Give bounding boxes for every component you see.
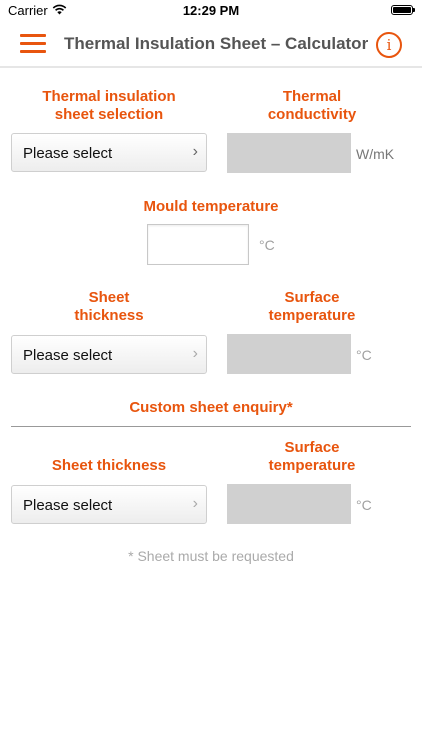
- sheet-selection-label: Thermal insulation sheet selection: [42, 88, 176, 123]
- custom-surface-temperature-output: [227, 484, 351, 524]
- conductivity-unit: W/mK: [356, 146, 395, 162]
- custom-surface-temperature-label: Surface temperature: [268, 439, 356, 474]
- sheet-thickness-label: Sheet thickness: [74, 289, 144, 324]
- custom-sheet-thickness-select[interactable]: Please select ›: [11, 485, 207, 524]
- sheet-selection-value: Please select: [23, 145, 113, 162]
- custom-sheet-thickness-label: Sheet thickness: [51, 457, 167, 474]
- chevron-right-icon: ›: [192, 345, 198, 362]
- mould-temperature-input[interactable]: [147, 224, 249, 265]
- sheet-selection-select[interactable]: Please select ›: [11, 133, 207, 172]
- thermal-conductivity-label: Thermal conductivity: [267, 88, 357, 123]
- thermal-conductivity-output: [227, 133, 351, 173]
- surface-temperature-unit: °C: [356, 347, 372, 363]
- section-divider: [11, 426, 411, 427]
- chevron-right-icon: ›: [192, 495, 198, 512]
- mould-temperature-unit: °C: [259, 237, 275, 253]
- info-icon[interactable]: i: [376, 32, 402, 58]
- footnote: * Sheet must be requested: [128, 548, 294, 564]
- custom-sheet-thickness-value: Please select: [23, 497, 113, 514]
- custom-surface-temperature-unit: °C: [356, 497, 372, 513]
- hamburger-menu-icon[interactable]: [20, 34, 46, 54]
- battery-icon: [391, 5, 415, 15]
- sheet-thickness-select[interactable]: Please select ›: [11, 335, 207, 374]
- surface-temperature-label: Surface temperature: [268, 289, 356, 324]
- sheet-thickness-value: Please select: [23, 347, 113, 364]
- page-title: Thermal Insulation Sheet – Calculator: [64, 34, 369, 53]
- navigation-bar: Thermal Insulation Sheet – Calculator i: [0, 22, 422, 68]
- mould-temperature-label: Mould temperature: [143, 198, 279, 215]
- custom-sheet-enquiry-heading: Custom sheet enquiry*: [129, 399, 293, 416]
- surface-temperature-output: [227, 334, 351, 374]
- chevron-right-icon: ›: [192, 143, 198, 160]
- status-time: 12:29 PM: [182, 3, 240, 18]
- status-bar: Carrier 12:29 PM: [0, 0, 422, 22]
